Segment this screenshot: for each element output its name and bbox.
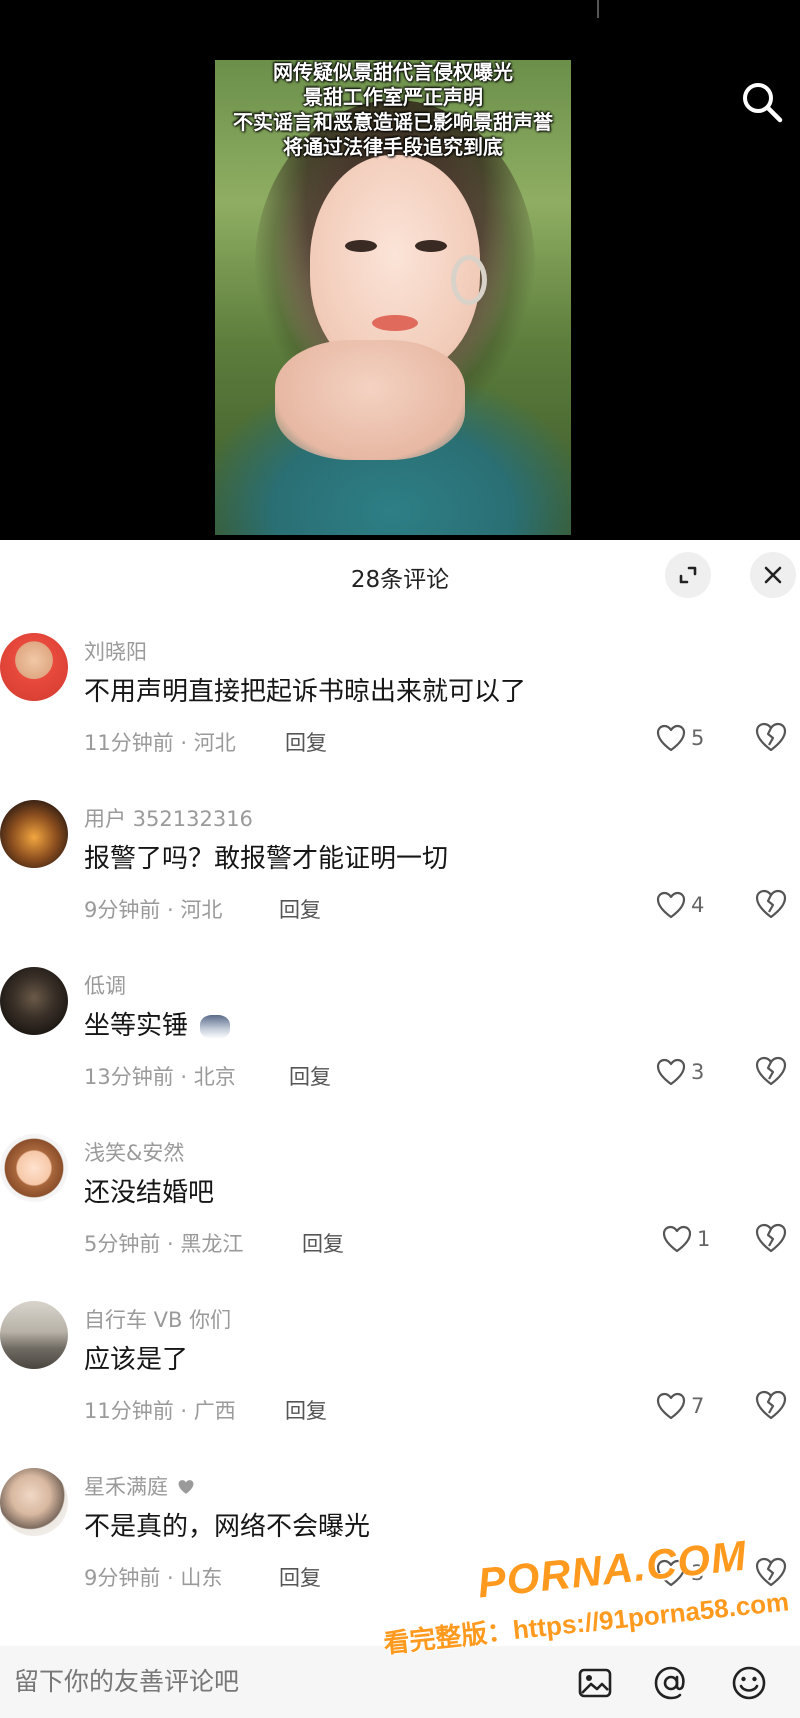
comment-username[interactable]: 用户 352132316	[84, 803, 253, 833]
thumbnail-hand	[275, 340, 465, 460]
dislike-button[interactable]	[754, 1556, 788, 1590]
expand-button[interactable]	[665, 552, 711, 598]
caption-line: 不实谣言和恶意造谣已影响景甜声誉	[233, 110, 553, 134]
comment-text: 不用声明直接把起诉书晾出来就可以了	[84, 677, 527, 707]
reply-button[interactable]: 回复	[279, 894, 321, 924]
dislike-button[interactable]	[754, 1222, 788, 1256]
like-button[interactable]: 4	[656, 888, 704, 922]
comment-username[interactable]: 自行车 VB 你们	[84, 1304, 231, 1334]
comment-meta: 9分钟前 · 山东	[84, 1566, 223, 1590]
reply-button[interactable]: 回复	[285, 1395, 327, 1425]
search-icon[interactable]	[738, 78, 786, 126]
avatar[interactable]	[0, 1301, 68, 1369]
comment-text: 应该是了	[84, 1345, 189, 1375]
thumbnail-earring	[451, 255, 487, 305]
comment-username[interactable]: 星禾满庭	[84, 1471, 195, 1501]
broken-heart-icon	[755, 1223, 787, 1253]
video-caption-overlay: 网传疑似景甜代言侵权曝光 景甜工作室严正声明 不实谣言和恶意造谣已影响景甜声誉 …	[215, 60, 571, 160]
dislike-button[interactable]	[754, 1055, 788, 1089]
reply-button[interactable]: 回复	[279, 1562, 321, 1592]
comment-item[interactable]: 刘晓阳 不用声明直接把起诉书晾出来就可以了 11分钟前 · 河北 回复 5	[0, 633, 800, 800]
broken-heart-icon	[755, 1557, 787, 1587]
heart-icon	[656, 1058, 686, 1086]
comment-item[interactable]: 星禾满庭 不是真的，网络不会曝光 9分钟前 · 山东 回复 3	[0, 1468, 800, 1635]
like-count: 4	[691, 893, 705, 917]
like-count: 1	[697, 1227, 711, 1251]
like-button[interactable]: 5	[656, 721, 704, 755]
comment-text-content: 坐等实锤	[84, 1011, 189, 1041]
at-icon[interactable]	[652, 1664, 690, 1702]
heart-icon	[656, 1392, 686, 1420]
emoji-icon[interactable]	[730, 1664, 768, 1702]
comment-item[interactable]: 浅笑&安然 还没结婚吧 5分钟前 · 黑龙江 回复 1	[0, 1134, 800, 1301]
comment-username[interactable]: 低调	[84, 970, 126, 1000]
comment-text: 报警了吗？敢报警才能证明一切	[84, 844, 449, 874]
like-button[interactable]: 1	[662, 1222, 710, 1256]
avatar[interactable]	[0, 1134, 68, 1202]
dislike-button[interactable]	[754, 888, 788, 922]
comment-username[interactable]: 浅笑&安然	[84, 1137, 184, 1167]
dislike-button[interactable]	[754, 721, 788, 755]
like-count: 3	[691, 1060, 705, 1084]
like-button[interactable]: 3	[656, 1055, 704, 1089]
comment-item[interactable]: 低调 坐等实锤 13分钟前 · 北京 回复 3	[0, 967, 800, 1134]
video-area[interactable]: 网传疑似景甜代言侵权曝光 景甜工作室严正声明 不实谣言和恶意造谣已影响景甜声誉 …	[0, 0, 800, 540]
small-heart-icon	[178, 1480, 194, 1494]
dislike-button[interactable]	[754, 1389, 788, 1423]
heart-icon	[662, 1225, 692, 1253]
like-button[interactable]: 3	[656, 1556, 704, 1590]
comment-meta: 11分钟前 · 河北	[84, 731, 236, 755]
like-count: 7	[691, 1394, 705, 1418]
comment-item[interactable]: 自行车 VB 你们 应该是了 11分钟前 · 广西 回复 7	[0, 1301, 800, 1468]
avatar[interactable]	[0, 633, 68, 701]
reply-button[interactable]: 回复	[302, 1228, 344, 1258]
comment-text: 坐等实锤	[84, 1005, 231, 1042]
caption-line: 网传疑似景甜代言侵权曝光	[273, 60, 513, 84]
broken-heart-icon	[755, 1390, 787, 1420]
thumbnail-eye	[415, 240, 447, 252]
broken-heart-icon	[755, 889, 787, 919]
video-thumbnail[interactable]: 网传疑似景甜代言侵权曝光 景甜工作室严正声明 不实谣言和恶意造谣已影响景甜声誉 …	[215, 60, 571, 535]
heart-icon	[656, 724, 686, 752]
thumbnail-lips	[372, 315, 418, 331]
avatar[interactable]	[0, 800, 68, 868]
comment-text: 不是真的，网络不会曝光	[84, 1512, 371, 1542]
heart-icon	[656, 1559, 686, 1587]
broken-heart-icon	[755, 1056, 787, 1086]
comment-input-bar	[0, 1646, 800, 1718]
like-button[interactable]: 7	[656, 1389, 704, 1423]
image-icon[interactable]	[576, 1664, 614, 1702]
comment-input[interactable]	[12, 1666, 556, 1697]
top-divider	[597, 0, 599, 18]
avatar[interactable]	[0, 1468, 68, 1536]
reply-button[interactable]: 回复	[289, 1061, 331, 1091]
comment-username[interactable]: 刘晓阳	[84, 636, 147, 666]
expand-icon	[679, 566, 697, 584]
caption-line: 景甜工作室严正声明	[303, 85, 483, 109]
close-button[interactable]	[750, 552, 796, 598]
avatar[interactable]	[0, 967, 68, 1035]
comment-meta: 5分钟前 · 黑龙江	[84, 1232, 244, 1256]
broken-heart-icon	[755, 722, 787, 752]
comment-username-text: 星禾满庭	[84, 1475, 168, 1499]
caption-line: 将通过法律手段追究到底	[283, 135, 503, 159]
like-count: 5	[691, 726, 705, 750]
thumbnail-eye	[345, 240, 377, 252]
comment-item[interactable]: 用户 352132316 报警了吗？敢报警才能证明一切 9分钟前 · 河北 回复…	[0, 800, 800, 967]
emoji-sticker-icon	[200, 1014, 231, 1039]
comment-text: 还没结婚吧	[84, 1178, 215, 1208]
like-count: 3	[691, 1561, 705, 1585]
heart-icon	[656, 891, 686, 919]
reply-button[interactable]: 回复	[285, 727, 327, 757]
comment-meta: 9分钟前 · 河北	[84, 898, 223, 922]
close-icon	[764, 566, 782, 584]
comment-meta: 11分钟前 · 广西	[84, 1399, 236, 1423]
comment-meta: 13分钟前 · 北京	[84, 1065, 236, 1089]
